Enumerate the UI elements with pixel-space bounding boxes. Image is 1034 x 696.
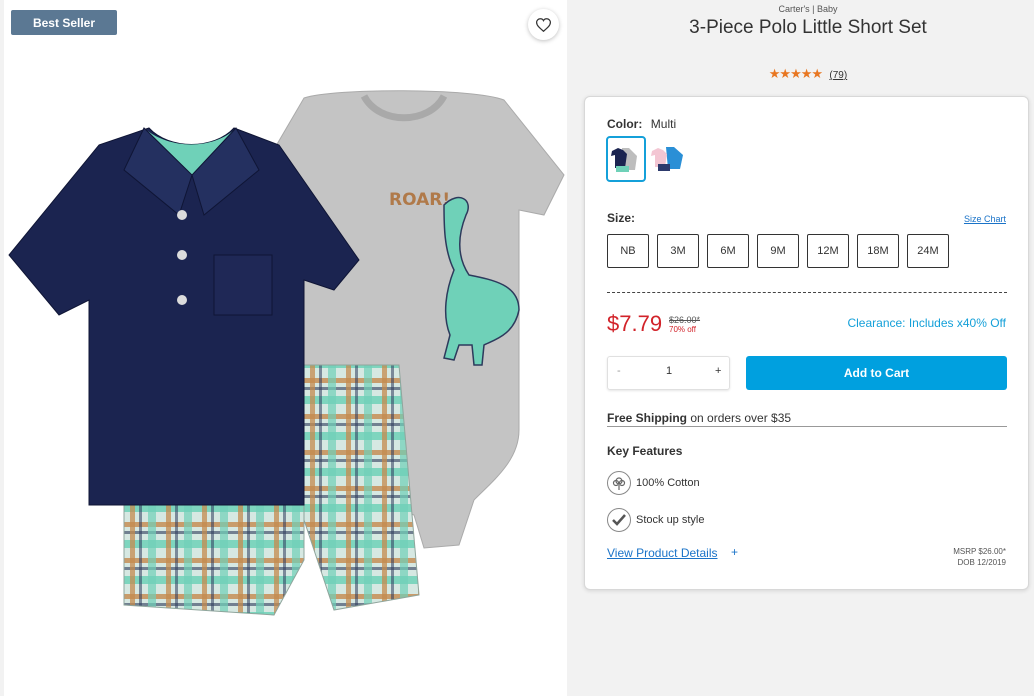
- rating[interactable]: ★★★★★ (79): [585, 66, 1031, 82]
- msrp-text: MSRP $26.00*: [953, 547, 1006, 556]
- expand-plus-icon[interactable]: +: [731, 545, 738, 559]
- best-seller-badge: Best Seller: [11, 10, 117, 35]
- view-product-details-link[interactable]: View Product Details: [607, 546, 718, 560]
- star-rating-icon: ★★★★★: [768, 66, 823, 81]
- quantity-increase-button[interactable]: +: [715, 365, 721, 377]
- heart-icon: [536, 17, 551, 32]
- size-chart-link[interactable]: Size Chart: [964, 214, 1006, 224]
- sale-price: $7.79: [607, 311, 663, 336]
- quantity-value[interactable]: 1: [666, 365, 672, 377]
- size-option-9m[interactable]: 9M: [757, 234, 799, 268]
- discount-percent: 70% off: [669, 325, 696, 334]
- key-features-title: Key Features: [607, 444, 683, 458]
- clearance-message: Clearance: Includes x40% Off: [847, 316, 1006, 330]
- dob-text: DOB 12/2019: [957, 558, 1006, 567]
- swatch-thumbnail-icon: [651, 147, 683, 171]
- divider: [607, 292, 1007, 293]
- size-option-24m[interactable]: 24M: [907, 234, 949, 268]
- add-to-cart-button[interactable]: Add to Cart: [746, 356, 1007, 390]
- quantity-decrease-button[interactable]: -: [617, 365, 621, 377]
- size-label: Size:: [607, 211, 636, 225]
- msrp-info: MSRP $26.00* DOB 12/2019: [953, 546, 1006, 568]
- shipping-info: Free Shipping on orders over $35: [607, 411, 791, 425]
- shipping-condition: on orders over $35: [687, 411, 792, 425]
- size-option-6m[interactable]: 6M: [707, 234, 749, 268]
- svg-text:ROAR!: ROAR!: [389, 190, 450, 210]
- color-swatch-multi-navy[interactable]: [606, 136, 646, 182]
- product-title: 3-Piece Polo Little Short Set: [689, 17, 927, 38]
- size-option-nb[interactable]: NB: [607, 234, 649, 268]
- quantity-stepper: - 1 +: [607, 356, 730, 390]
- favorite-button[interactable]: [528, 9, 559, 40]
- checkmark-icon: [607, 508, 631, 532]
- divider: [607, 426, 1007, 427]
- purchase-card: Color: Multi Size: Size Chart NB 3M 6M 9…: [584, 96, 1029, 590]
- feature-text-cotton: 100% Cotton: [636, 477, 700, 489]
- review-count-link[interactable]: (79): [829, 70, 847, 81]
- feature-text-style: Stock up style: [636, 514, 705, 526]
- size-option-12m[interactable]: 12M: [807, 234, 849, 268]
- size-option-18m[interactable]: 18M: [857, 234, 899, 268]
- product-image-panel: Best Seller ROAR!: [4, 0, 567, 696]
- swatch-thumbnail-icon: [611, 148, 637, 172]
- color-value: Multi: [650, 117, 677, 131]
- color-row: Color: Multi: [607, 115, 676, 133]
- free-shipping-label: Free Shipping: [607, 411, 688, 425]
- brand-breadcrumb[interactable]: Carter's | Baby: [585, 4, 1031, 14]
- size-option-3m[interactable]: 3M: [657, 234, 699, 268]
- cotton-icon: [607, 471, 631, 495]
- original-price: $26.00*: [669, 315, 701, 325]
- product-image[interactable]: ROAR!: [4, 80, 567, 640]
- color-swatch-pink-blue[interactable]: [649, 140, 685, 178]
- color-label: Color:: [607, 117, 643, 131]
